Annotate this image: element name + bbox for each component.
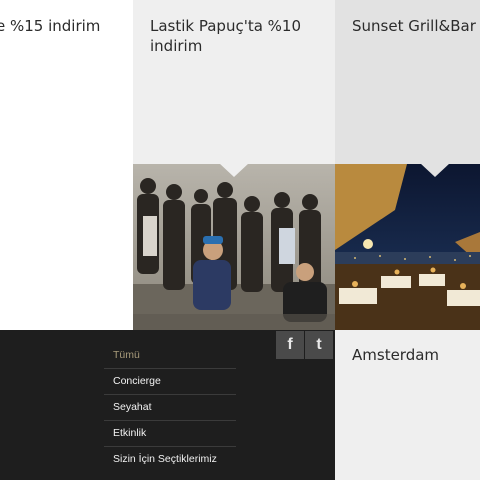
tile-title: Lastik Papuç'ta %10 indirim (150, 16, 301, 56)
tile-title-line1: Lastik Papuç'ta %10 (150, 17, 302, 35)
menu-item-concierge[interactable]: Concierge (104, 369, 236, 395)
facebook-icon[interactable]: f (276, 331, 304, 359)
restaurant-photo[interactable] (335, 164, 480, 330)
category-menu: Tümü Concierge Seyahat Etkinlik Sizin İç… (104, 343, 236, 472)
menu-item-seyahat[interactable]: Seyahat (104, 395, 236, 421)
menu-item-sizin-icin[interactable]: Sizin İçin Seçtiklerimiz (104, 447, 236, 472)
band-photo[interactable] (133, 164, 335, 330)
tile-title: Amsterdam (352, 346, 440, 364)
tile-title: Sunset Grill&Bar (352, 17, 476, 35)
menu-item-etkinlik[interactable]: Etkinlik (104, 421, 236, 447)
promo-tile-lastik-papuc[interactable]: Lastik Papuç'ta %10 indirim (133, 0, 335, 330)
promo-tile-discount[interactable]: e %15 indirim (0, 0, 133, 330)
twitter-icon[interactable]: t (305, 331, 333, 359)
restaurant-photo-image (335, 164, 480, 330)
promo-tile-sunset-grill[interactable]: Sunset Grill&Bar (335, 0, 480, 330)
tile-pointer (219, 163, 249, 177)
tile-pointer (420, 163, 450, 177)
menu-item-all[interactable]: Tümü (104, 343, 236, 369)
promo-tile-amsterdam[interactable]: Amsterdam (335, 330, 480, 480)
tile-title-line2: indirim (150, 37, 203, 55)
band-photo-image (133, 164, 335, 330)
tile-title: e %15 indirim (0, 17, 101, 35)
